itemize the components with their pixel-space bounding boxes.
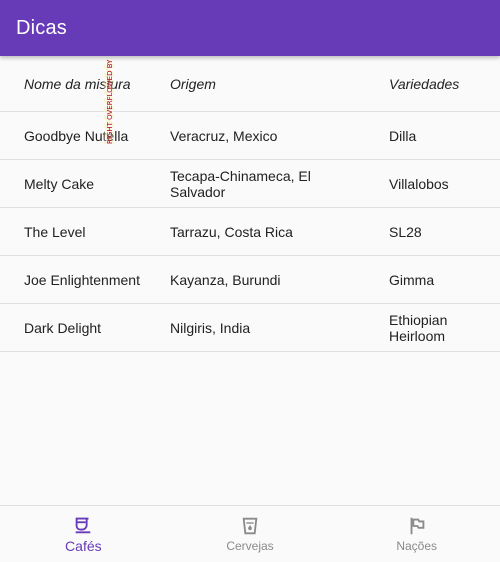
beer-glass-icon [242, 517, 258, 535]
table-header-row: Nome da mistura Origem Variedades [0, 56, 500, 112]
table-row[interactable]: Melty Cake Tecapa-Chinameca, El Salvador… [0, 160, 500, 208]
table-row[interactable]: The Level Tarrazu, Costa Rica SL28 [0, 208, 500, 256]
table-row[interactable]: Goodbye Nutella Veracruz, Mexico Dilla [0, 112, 500, 160]
cell-origin: Veracruz, Mexico [170, 127, 278, 144]
cell-name: Joe Enlightenment [24, 271, 140, 288]
cell-origin: Kayanza, Burundi [170, 271, 281, 288]
page-title: Dicas [16, 16, 68, 39]
cell-varieties: Ethiopian Heirloom [389, 311, 448, 344]
app-bar: Dicas [0, 0, 500, 56]
cell-varieties: Villalobos [389, 175, 449, 192]
flag-icon [410, 517, 425, 535]
cell-varieties: Gimma [389, 271, 435, 288]
column-header-varieties: Variedades [389, 75, 460, 92]
data-table: Nome da mistura Origem Variedades Goodby… [0, 56, 500, 352]
overflow-warning-text: RIGHT OVERFLOWED BY 15 PIXELS [106, 58, 114, 144]
coffee-cup-icon [75, 517, 91, 534]
cell-name: Dark Delight [24, 319, 102, 336]
nav-item-cafes[interactable]: Cafés [0, 506, 167, 562]
cell-varieties: SL28 [389, 223, 422, 240]
nav-label-nacoes: Nações [396, 539, 438, 553]
cell-varieties: Dilla [389, 127, 417, 144]
table-row[interactable]: Joe Enlightenment Kayanza, Burundi Gimma [0, 256, 500, 304]
column-header-origin: Origem [170, 75, 216, 92]
cell-name: Melty Cake [24, 175, 95, 192]
bottom-navigation: Cafés Cervejas Nações [0, 505, 500, 562]
nav-item-cervejas[interactable]: Cervejas [167, 506, 334, 562]
column-header-name: Nome da mistura [24, 75, 131, 92]
cell-name: Goodbye Nutella [24, 127, 129, 144]
cell-origin: Nilgiris, India [170, 319, 251, 336]
cell-origin: Tecapa-Chinameca, El Salvador [170, 167, 311, 200]
cell-origin: Tarrazu, Costa Rica [170, 223, 293, 240]
cell-name: The Level [24, 223, 86, 240]
nav-label-cafes: Cafés [65, 538, 102, 554]
app-root: Dicas Nome da mistura Origem Variedades … [0, 0, 500, 562]
table-row[interactable]: Dark Delight Nilgiris, India Ethiopian H… [0, 304, 500, 352]
nav-item-nacoes[interactable]: Nações [333, 506, 500, 562]
nav-label-cervejas: Cervejas [226, 539, 274, 553]
